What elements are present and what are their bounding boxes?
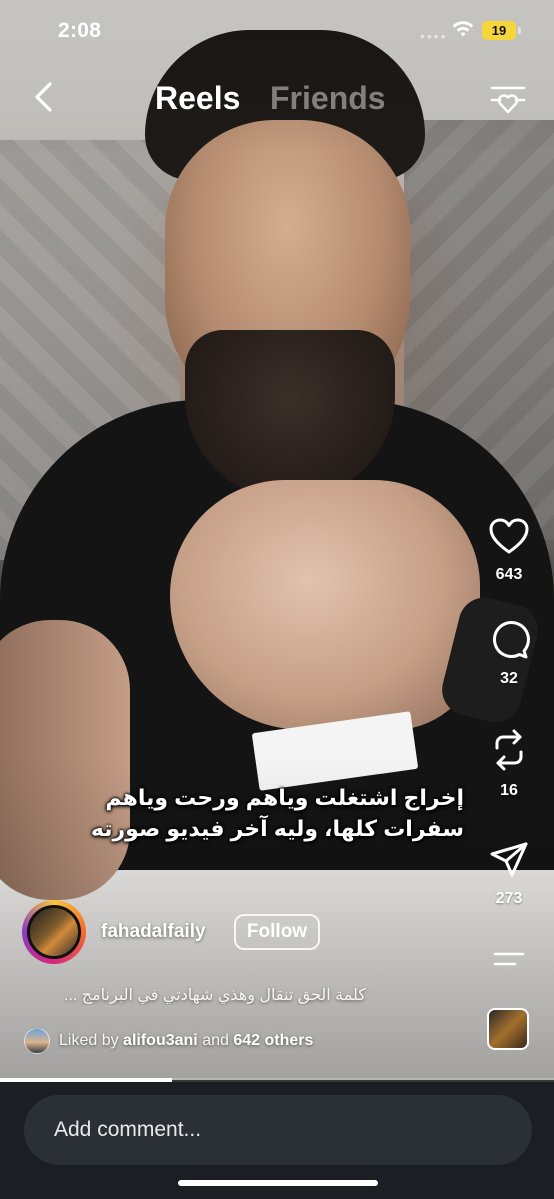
status-time: 2:08: [58, 19, 102, 42]
liked-by-prefix: Liked by: [59, 1032, 119, 1049]
video-overlay-text: إخراج اشتغلت وياهم ورحت وياهم سفرات كلها…: [64, 782, 464, 844]
comment-count: 32: [500, 670, 518, 687]
overlay-line-2: سفرات كلها، وليه آخر فيديو صورته: [90, 816, 464, 841]
comment-icon: [493, 621, 530, 659]
heart-icon: [489, 518, 529, 554]
liked-by-row[interactable]: Liked by alifou3ani and 642 others: [24, 1028, 313, 1054]
repost-icon: [495, 729, 523, 771]
repost-count: 16: [500, 782, 518, 799]
wifi-icon: [452, 21, 474, 37]
like-count: 643: [495, 566, 523, 583]
repost-button[interactable]: 16: [484, 728, 534, 800]
author-avatar[interactable]: [27, 905, 81, 959]
battery-icon: 19: [482, 21, 516, 40]
liked-by-user[interactable]: alifou3ani: [123, 1032, 198, 1049]
liker-avatar: [24, 1028, 50, 1054]
caption-text: كلمة الحق تنقال وهذي شهادتي في البرنامج …: [64, 987, 366, 1004]
back-icon[interactable]: [28, 80, 62, 114]
share-count: 273: [495, 890, 523, 907]
filter-icon[interactable]: [488, 78, 528, 118]
more-icon[interactable]: [493, 948, 525, 972]
status-bar: 2:08 •••• 19: [0, 0, 554, 60]
follow-button[interactable]: Follow: [234, 914, 320, 950]
cellular-signal-icon: ••••: [420, 28, 448, 44]
liked-by-conjunction: and: [202, 1032, 229, 1049]
share-icon: [490, 842, 528, 877]
comment-button[interactable]: 32: [484, 620, 534, 688]
tab-reels[interactable]: Reels: [155, 80, 240, 117]
reel-caption[interactable]: كلمة الحق تنقال وهذي شهادتي في البرنامج …: [64, 985, 434, 1005]
like-button[interactable]: 643: [484, 516, 534, 584]
share-button[interactable]: 273: [484, 840, 534, 908]
liked-by-text: Liked by alifou3ani and 642 others: [59, 1032, 313, 1050]
home-indicator: [178, 1180, 378, 1186]
author-username[interactable]: fahadalfaily: [101, 921, 206, 943]
audio-thumbnail[interactable]: [487, 1008, 529, 1050]
liked-by-others[interactable]: 642 others: [233, 1032, 313, 1049]
overlay-line-1: إخراج اشتغلت وياهم ورحت وياهم: [105, 785, 464, 810]
tab-friends[interactable]: Friends: [270, 80, 386, 117]
comment-placeholder[interactable]: Add comment...: [54, 1118, 201, 1142]
battery-tip: [518, 27, 521, 34]
